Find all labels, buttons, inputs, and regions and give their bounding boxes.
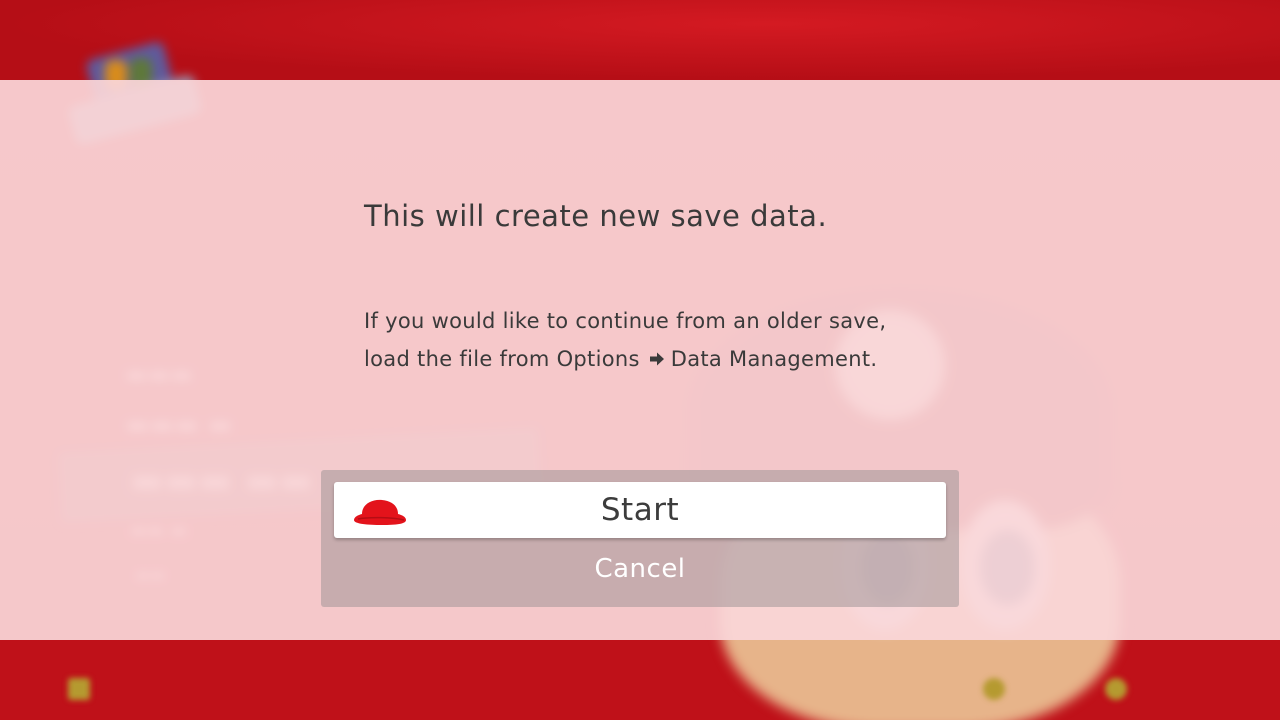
start-button[interactable]: Start <box>334 482 946 538</box>
footer-controls-blurred <box>0 660 1280 720</box>
start-button-label: Start <box>600 492 680 528</box>
dialog-headline: This will create new save data. <box>364 199 828 233</box>
choice-menu: Start Cancel <box>321 470 959 607</box>
dialog-body-line-1: If you would like to continue from an ol… <box>364 309 887 333</box>
dialog-body: If you would like to continue from an ol… <box>364 302 1064 378</box>
dialog-message: This will create new save data. If you w… <box>364 196 1064 378</box>
dialog-body-line-2: load the file from Options Data Manageme… <box>364 340 1064 378</box>
cancel-button-label: Cancel <box>594 554 686 584</box>
dialog-body-options-text: load the file from Options <box>364 347 640 371</box>
dialog-body-data-management-text: Data Management. <box>670 347 878 371</box>
right-arrow-icon <box>649 352 664 366</box>
cancel-button[interactable]: Cancel <box>334 542 946 596</box>
